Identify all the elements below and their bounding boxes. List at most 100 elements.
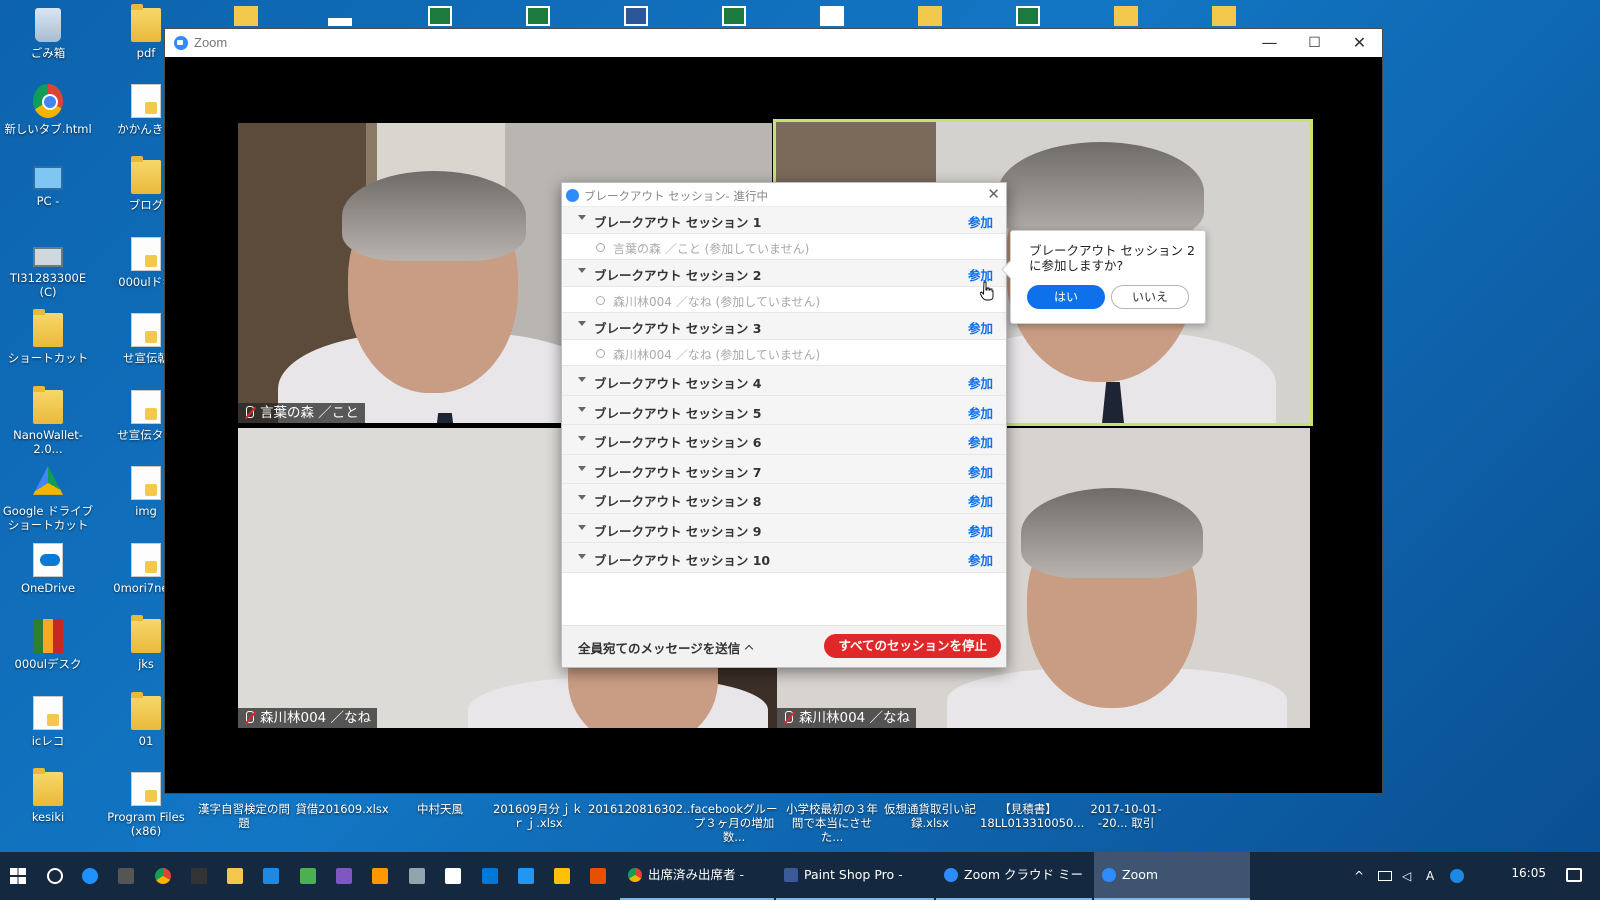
desktop-icon-bottom[interactable]: 【見積書】18LL013310050...	[980, 802, 1084, 830]
excel-file-icon[interactable]	[1016, 6, 1040, 26]
app-pin-icon[interactable]	[554, 868, 570, 884]
desktop-icon-icreco[interactable]: icレコ	[0, 696, 96, 748]
network-icon[interactable]	[1378, 871, 1392, 881]
folder-icon[interactable]	[918, 6, 942, 26]
taskbar-app-paintshop[interactable]: Paint Shop Pro - Imag...	[776, 852, 934, 900]
desktop-icon-bottom[interactable]: 201609月分ｊｋｒｊ.xlsx	[490, 802, 586, 830]
desktop-icon-pc[interactable]: PC -	[0, 160, 96, 208]
edge-icon[interactable]	[82, 868, 98, 884]
file-explorer-icon[interactable]	[263, 868, 279, 884]
chevron-down-icon[interactable]	[578, 495, 586, 500]
desktop-icon-shortcut[interactable]: ショートカット	[0, 309, 96, 365]
media-player-icon[interactable]	[372, 868, 388, 884]
chevron-down-icon[interactable]	[578, 524, 586, 530]
maximize-button[interactable]: ☐	[1292, 29, 1337, 57]
desktop-icon-000ul-desk[interactable]: 000ulデスク	[0, 619, 96, 671]
join-button[interactable]: 参加	[968, 318, 993, 337]
chevron-down-icon[interactable]	[578, 465, 586, 471]
desktop-icon-bottom[interactable]: 仮想通貨取引い記録.xlsx	[882, 802, 978, 830]
minimize-button[interactable]: —	[1247, 29, 1292, 57]
app-pin-icon[interactable]	[227, 868, 243, 884]
join-button[interactable]: 参加	[968, 212, 993, 231]
desktop-icon-new-tab[interactable]: 新しいタブ.html	[0, 84, 96, 136]
join-button[interactable]: 参加	[968, 403, 993, 422]
session-row-4[interactable]: ブレークアウト セッション 4 参加	[562, 366, 1006, 396]
volume-icon[interactable]: ◁	[1402, 869, 1416, 883]
breakout-titlebar[interactable]: ブレークアウト セッション- 進行中 ✕	[562, 183, 1006, 207]
taskbar-app-chrome[interactable]: 出席済み出席者 - Zoo...	[620, 852, 774, 900]
desktop-icon-google-drive[interactable]: Google ドライブ ショートカット	[0, 466, 96, 532]
app-tray-icon[interactable]	[1450, 869, 1464, 883]
desktop-icon-bottom[interactable]: 2016120816302...	[588, 802, 694, 816]
start-button[interactable]	[0, 852, 36, 900]
session-row-2[interactable]: ブレークアウト セッション 2 参加	[562, 260, 1006, 287]
folder-icon[interactable]	[234, 6, 258, 26]
file-icon[interactable]	[820, 6, 844, 26]
join-button[interactable]: 参加	[968, 491, 993, 510]
desktop-icon-kesiki[interactable]: kesiki	[0, 768, 96, 824]
mail-icon[interactable]	[445, 868, 461, 884]
session-row-8[interactable]: ブレークアウト セッション 8 参加	[562, 484, 1006, 514]
session-row-3[interactable]: ブレークアウト セッション 3 参加	[562, 313, 1006, 340]
chevron-down-icon[interactable]	[578, 268, 586, 273]
desktop-icon-bottom[interactable]: 中村天風	[392, 802, 488, 816]
taskbar-app-zoom-meetings[interactable]: Zoom クラウド ミーティング	[936, 852, 1092, 900]
chrome-icon[interactable]	[155, 868, 171, 884]
taskbar-app-zoom[interactable]: Zoom	[1094, 852, 1250, 900]
word-file-icon[interactable]	[624, 6, 648, 26]
chevron-down-icon[interactable]	[578, 215, 586, 220]
app-pin-icon[interactable]	[191, 868, 207, 884]
chevron-down-icon[interactable]	[578, 377, 586, 382]
desktop-icon-recycle-bin[interactable]: ごみ箱	[0, 8, 96, 60]
chevron-up-icon[interactable]: ^	[1354, 869, 1368, 883]
action-center-icon[interactable]	[1566, 868, 1582, 882]
desktop-icon-bottom[interactable]: 貸借201609.xlsx	[294, 802, 390, 816]
app-pin-icon[interactable]	[300, 868, 316, 884]
ime-indicator[interactable]: A	[1426, 869, 1440, 883]
zoom-titlebar[interactable]: Zoom — ☐ ✕	[165, 29, 1382, 57]
join-button[interactable]: 参加	[968, 550, 993, 569]
close-button[interactable]: ✕	[1337, 29, 1382, 57]
desktop-icon-bottom[interactable]: 漢字自習検定の問題	[196, 802, 292, 830]
chevron-down-icon[interactable]	[578, 321, 586, 326]
excel-file-icon[interactable]	[722, 6, 746, 26]
session-row-10[interactable]: ブレークアウト セッション 10 参加	[562, 543, 1006, 573]
desktop-icon-label: pdf	[136, 46, 156, 60]
desktop-icon-drive[interactable]: TI31283300E (C)	[0, 237, 96, 299]
folder-icon[interactable]	[1212, 6, 1236, 26]
desktop-icon-onedrive[interactable]: OneDrive	[0, 543, 96, 595]
no-button[interactable]: いいえ	[1111, 285, 1189, 309]
session-row-7[interactable]: ブレークアウト セッション 7 参加	[562, 454, 1006, 484]
app-pin-icon[interactable]	[409, 868, 425, 884]
yes-button[interactable]: はい	[1027, 285, 1105, 309]
app-pin-icon[interactable]	[336, 868, 352, 884]
broadcast-message-button[interactable]: 全員宛てのメッセージを送信	[578, 638, 754, 657]
camera-app-icon[interactable]	[118, 868, 134, 884]
excel-file-icon[interactable]	[428, 6, 452, 26]
desktop-icon-nanowallet[interactable]: NanoWallet-2.0...	[0, 386, 96, 456]
chevron-down-icon[interactable]	[578, 406, 586, 412]
join-button[interactable]: 参加	[968, 521, 993, 540]
join-button[interactable]: 参加	[968, 462, 993, 481]
session-row-6[interactable]: ブレークアウト セッション 6 参加	[562, 425, 1006, 455]
excel-file-icon[interactable]	[526, 6, 550, 26]
clock[interactable]: 16:05	[1511, 866, 1546, 880]
store-icon[interactable]	[482, 868, 498, 884]
stop-all-sessions-button[interactable]: すべてのセッションを停止	[824, 634, 1001, 658]
chevron-down-icon[interactable]	[578, 554, 586, 559]
chevron-down-icon[interactable]	[578, 436, 586, 441]
session-row-1[interactable]: ブレークアウト セッション 1 参加	[562, 207, 1006, 234]
app-pin-icon[interactable]	[590, 868, 606, 884]
session-row-9[interactable]: ブレークアウト セッション 9 参加	[562, 513, 1006, 543]
file-icon[interactable]	[328, 18, 352, 26]
join-button[interactable]: 参加	[968, 373, 993, 392]
desktop-icon-bottom[interactable]: 小学校最初の３年間で本当にさせた...	[784, 802, 880, 844]
close-icon[interactable]: ✕	[987, 185, 1000, 203]
join-button[interactable]: 参加	[968, 432, 993, 451]
cortana-search-icon[interactable]	[40, 852, 70, 900]
ie-icon[interactable]	[518, 868, 534, 884]
desktop-icon-bottom[interactable]: 2017-10-01--20... 取引	[1078, 802, 1174, 830]
session-row-5[interactable]: ブレークアウト セッション 5 参加	[562, 395, 1006, 425]
desktop-icon-bottom[interactable]: facebookグループ３ヶ月の増加数...	[686, 802, 782, 844]
folder-icon[interactable]	[1114, 6, 1138, 26]
